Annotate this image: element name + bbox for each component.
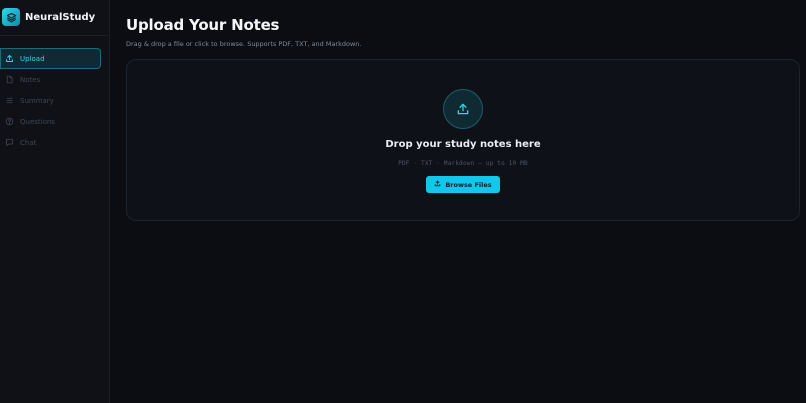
upload-icon	[443, 89, 483, 129]
sidebar-nav: Upload Notes Summary Questions Chat	[0, 36, 109, 153]
app-root: NeuralStudy Upload Notes Summary Questio…	[0, 0, 806, 403]
chat-icon	[5, 138, 14, 147]
help-circle-icon	[5, 117, 14, 126]
browse-files-button[interactable]: Browse Files	[426, 176, 500, 193]
document-icon	[5, 75, 14, 84]
upload-dropzone[interactable]: Drop your study notes here PDF · TXT · M…	[126, 59, 800, 221]
sidebar-item-label: Summary	[20, 96, 54, 105]
list-icon	[5, 96, 14, 105]
sidebar-item-label: Notes	[20, 75, 41, 84]
sidebar-item-label: Upload	[20, 54, 45, 63]
main-content: Upload Your Notes Drag & drop a file or …	[110, 0, 806, 403]
sidebar-item-summary[interactable]: Summary	[0, 90, 101, 111]
sidebar-item-chat[interactable]: Chat	[0, 132, 101, 153]
page-title: Upload Your Notes	[126, 16, 280, 34]
dropzone-hint: PDF · TXT · Markdown — up to 10 MB	[398, 160, 528, 167]
sidebar-item-label: Questions	[20, 117, 55, 126]
browse-files-label: Browse Files	[445, 180, 492, 189]
sidebar: NeuralStudy Upload Notes Summary Questio…	[0, 0, 110, 403]
brand[interactable]: NeuralStudy	[0, 0, 109, 34]
upload-icon	[5, 54, 14, 63]
upload-icon	[434, 180, 441, 189]
page-subtitle: Drag & drop a file or click to browse. S…	[126, 40, 362, 48]
sidebar-item-label: Chat	[20, 138, 37, 147]
sidebar-item-notes[interactable]: Notes	[0, 69, 101, 90]
layers-icon	[2, 8, 20, 26]
dropzone-title: Drop your study notes here	[385, 139, 541, 150]
sidebar-item-upload[interactable]: Upload	[0, 48, 101, 69]
sidebar-item-questions[interactable]: Questions	[0, 111, 101, 132]
app-name: NeuralStudy	[25, 11, 96, 23]
